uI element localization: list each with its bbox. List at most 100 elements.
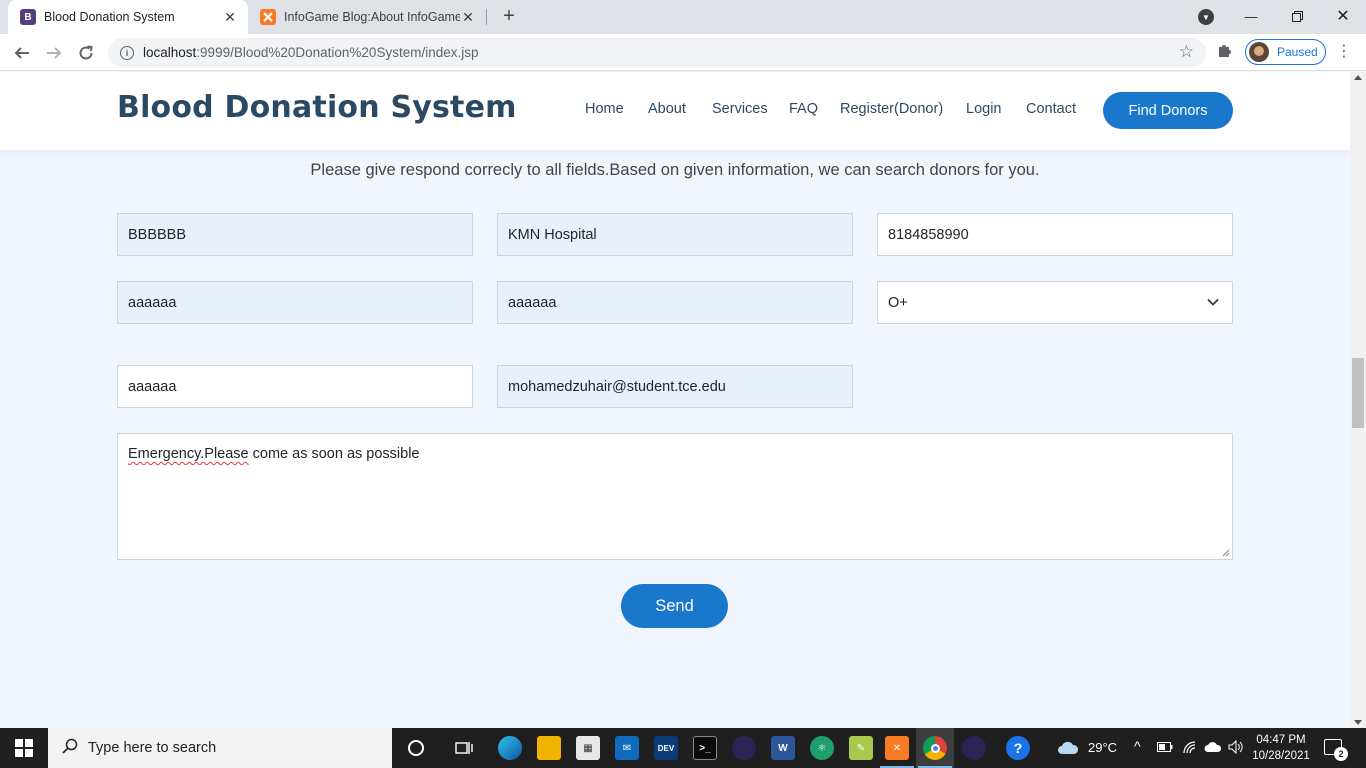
site-header: Blood Donation System Home About Service… bbox=[0, 72, 1350, 150]
state-field[interactable]: aaaaaa bbox=[117, 365, 473, 408]
system-clock[interactable]: 04:47 PM 10/28/2021 bbox=[1246, 732, 1316, 764]
atom-icon[interactable]: ⚛ bbox=[810, 736, 834, 760]
file-explorer-icon[interactable] bbox=[537, 736, 561, 760]
nav-contact[interactable]: Contact bbox=[1026, 101, 1076, 117]
hospital-field[interactable]: KMN Hospital bbox=[497, 213, 853, 256]
profile-status: Paused bbox=[1277, 45, 1318, 59]
page-viewport: Blood Donation System Home About Service… bbox=[0, 72, 1350, 728]
url-path: :9999/Blood%20Donation%20System/index.js… bbox=[196, 45, 479, 60]
site-logo[interactable]: Blood Donation System bbox=[117, 90, 517, 125]
forward-icon[interactable] bbox=[42, 41, 66, 65]
tab-divider bbox=[486, 9, 487, 25]
dev-cpp-icon[interactable]: DEV bbox=[654, 736, 678, 760]
close-tab-icon[interactable]: ✕ bbox=[460, 9, 476, 26]
search-icon bbox=[62, 738, 78, 759]
clock-time: 04:47 PM bbox=[1256, 734, 1306, 746]
task-view-icon[interactable] bbox=[452, 736, 476, 760]
patient-name-field[interactable]: BBBBBB bbox=[117, 213, 473, 256]
nav-register-donor[interactable]: Register(Donor) bbox=[840, 101, 943, 117]
notepad-plus-icon[interactable]: ✎ bbox=[849, 736, 873, 760]
eclipse-icon[interactable] bbox=[732, 736, 756, 760]
bootstrap-favicon-icon: B bbox=[20, 9, 36, 25]
profile-avatar bbox=[1249, 42, 1269, 62]
message-word-misspelled: Emergency.Please bbox=[128, 446, 249, 462]
profile-paused-button[interactable]: Paused bbox=[1245, 39, 1326, 65]
scroll-down-icon[interactable] bbox=[1354, 720, 1362, 725]
wifi-icon[interactable] bbox=[1181, 738, 1199, 756]
battery-icon[interactable] bbox=[1156, 738, 1174, 756]
xampp-favicon-icon bbox=[260, 9, 276, 25]
page-scrollbar[interactable] bbox=[1350, 72, 1366, 728]
message-rest: come as soon as possible bbox=[248, 446, 420, 462]
new-tab-icon[interactable]: + bbox=[498, 5, 520, 27]
help-icon[interactable]: ? bbox=[1006, 736, 1030, 760]
nav-services[interactable]: Services bbox=[712, 101, 768, 117]
tab-title: InfoGame Blog:About InfoGame bbox=[284, 10, 460, 24]
browser-toolbar: i localhost:9999/Blood%20Donation%20Syst… bbox=[0, 34, 1366, 71]
address-value: aaaaaa bbox=[128, 294, 177, 311]
weather-cloud-icon[interactable] bbox=[1056, 736, 1080, 760]
message-textarea[interactable]: Emergency.Please come as soon as possibl… bbox=[117, 433, 1233, 560]
scroll-up-icon[interactable] bbox=[1354, 75, 1362, 80]
nav-about[interactable]: About bbox=[648, 101, 686, 117]
show-hidden-icons-chevron-icon[interactable]: ^ bbox=[1134, 738, 1141, 754]
patient-name-value: BBBBBB bbox=[128, 226, 187, 243]
onedrive-cloud-icon[interactable] bbox=[1204, 738, 1222, 756]
find-donors-button[interactable]: Find Donors bbox=[1103, 92, 1233, 129]
browser-tab-bar: B Blood Donation System ✕ InfoGame Blog:… bbox=[0, 0, 1366, 34]
nav-faq[interactable]: FAQ bbox=[789, 101, 818, 117]
email-value: mohamedzuhair@student.tce.edu bbox=[508, 378, 726, 395]
tab-search-icon[interactable]: ▼ bbox=[1198, 9, 1214, 25]
mail-icon[interactable]: ✉ bbox=[615, 736, 639, 760]
close-tab-icon[interactable]: ✕ bbox=[222, 9, 238, 26]
state-value: aaaaaa bbox=[128, 378, 177, 395]
chevron-down-icon bbox=[1207, 298, 1219, 306]
extensions-puzzle-icon[interactable] bbox=[1216, 41, 1236, 61]
phone-value: 8184858990 bbox=[888, 226, 969, 243]
nav-home[interactable]: Home bbox=[585, 101, 624, 117]
browser-menu-icon[interactable]: ⋮ bbox=[1336, 43, 1352, 63]
scroll-thumb[interactable] bbox=[1352, 358, 1364, 428]
tab-title: Blood Donation System bbox=[44, 10, 175, 24]
address-field[interactable]: aaaaaa bbox=[117, 281, 473, 324]
url-host: localhost bbox=[143, 45, 197, 60]
windows-start-icon[interactable] bbox=[0, 728, 48, 768]
blood-group-value: O+ bbox=[888, 294, 908, 311]
action-center-icon[interactable]: 2 bbox=[1324, 739, 1348, 761]
nav-login[interactable]: Login bbox=[966, 101, 1001, 117]
resize-grip-icon[interactable] bbox=[1222, 549, 1230, 557]
blood-group-select[interactable]: O+ bbox=[877, 281, 1233, 324]
tab-infogame[interactable]: InfoGame Blog:About InfoGame ✕ bbox=[248, 0, 486, 34]
clock-date: 10/28/2021 bbox=[1252, 750, 1310, 762]
chrome-icon[interactable] bbox=[923, 736, 947, 760]
eclipse-ee-icon[interactable] bbox=[962, 736, 986, 760]
reload-icon[interactable] bbox=[74, 41, 98, 65]
word-icon[interactable]: W bbox=[771, 736, 795, 760]
restore-icon[interactable] bbox=[1274, 0, 1320, 32]
city-value: aaaaaa bbox=[508, 294, 557, 311]
city-field[interactable]: aaaaaa bbox=[497, 281, 853, 324]
bookmark-star-icon[interactable]: ☆ bbox=[1179, 42, 1194, 62]
xampp-icon[interactable]: ✕ bbox=[885, 736, 909, 760]
site-info-icon[interactable]: i bbox=[120, 45, 134, 60]
volume-icon[interactable] bbox=[1227, 738, 1245, 756]
search-placeholder: Type here to search bbox=[88, 740, 217, 756]
cortana-icon[interactable] bbox=[404, 736, 428, 760]
tab-blood-donation[interactable]: B Blood Donation System ✕ bbox=[8, 0, 248, 34]
send-button[interactable]: Send bbox=[621, 584, 728, 628]
windows-taskbar: Type here to search ▦ ✉ DEV >_ W ⚛ ✎ ✕ ?… bbox=[0, 728, 1366, 768]
hospital-value: KMN Hospital bbox=[508, 226, 597, 243]
close-window-icon[interactable]: ✕ bbox=[1320, 0, 1366, 32]
taskbar-search-box[interactable]: Type here to search bbox=[48, 728, 392, 768]
terminal-icon[interactable]: >_ bbox=[693, 736, 717, 760]
minimize-icon[interactable]: — bbox=[1228, 0, 1274, 32]
phone-field[interactable]: 8184858990 bbox=[877, 213, 1233, 256]
weather-temperature[interactable]: 29°C bbox=[1088, 740, 1117, 755]
back-icon[interactable] bbox=[10, 41, 34, 65]
form-intro-text: Please give respond correcly to all fiel… bbox=[310, 161, 1040, 179]
edge-browser-icon[interactable] bbox=[498, 736, 522, 760]
microsoft-store-icon[interactable]: ▦ bbox=[576, 736, 600, 760]
email-field[interactable]: mohamedzuhair@student.tce.edu bbox=[497, 365, 853, 408]
notification-count: 2 bbox=[1334, 747, 1348, 761]
address-bar[interactable]: i localhost:9999/Blood%20Donation%20Syst… bbox=[108, 38, 1206, 67]
